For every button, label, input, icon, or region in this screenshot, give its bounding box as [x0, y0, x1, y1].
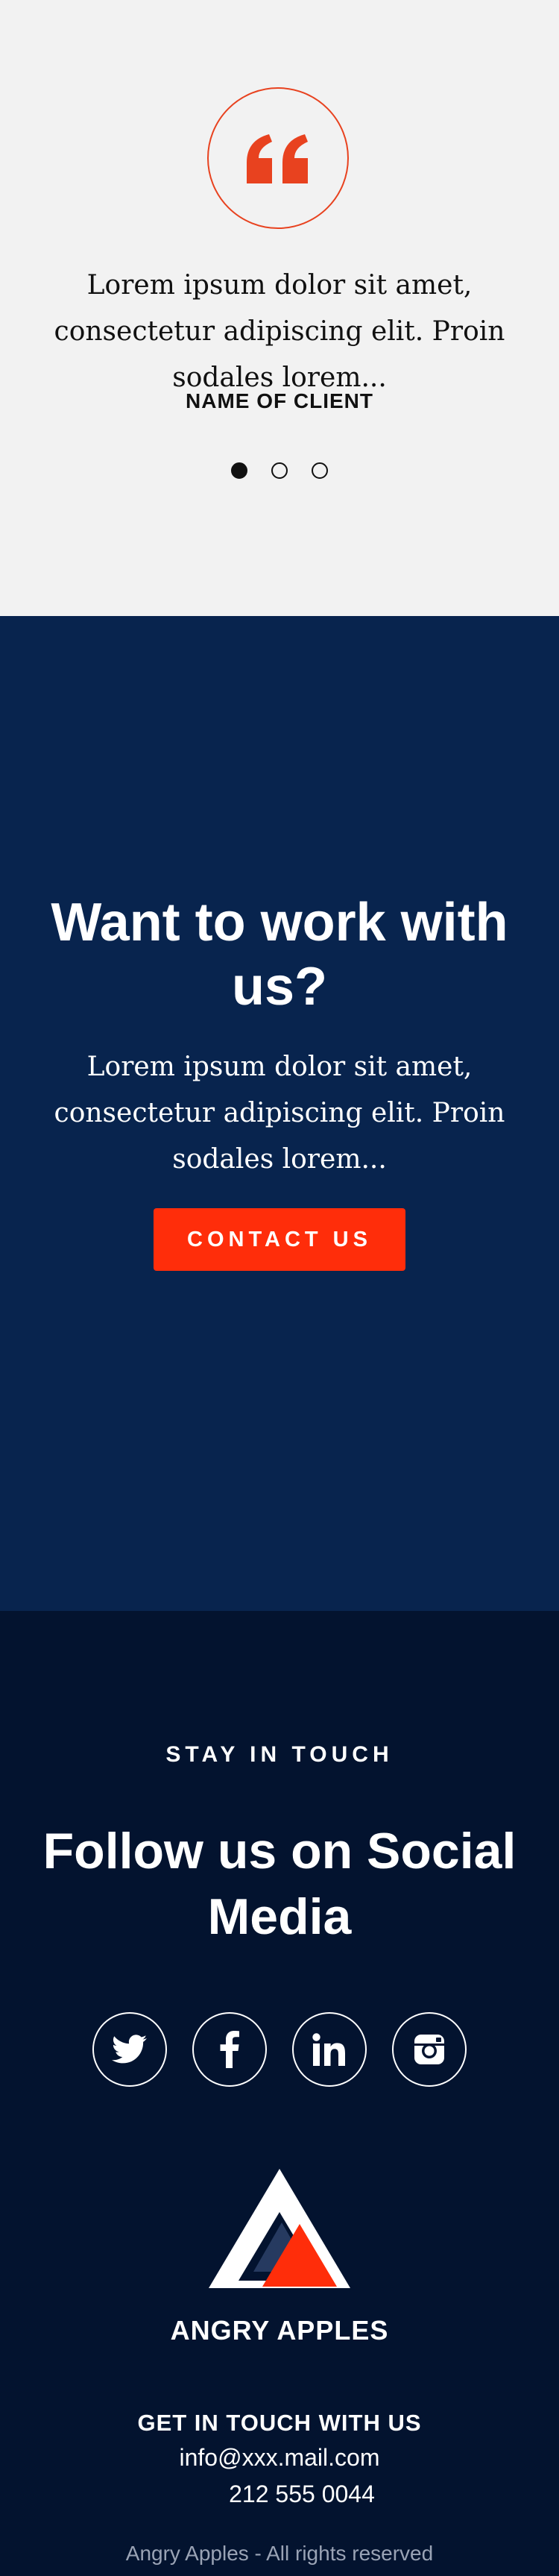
cta-title: Want to work with us? [51, 893, 508, 1017]
testimonial-section: Lorem ipsum dolor sit amet, consectetur … [0, 0, 559, 616]
angry-apples-logo [209, 2169, 350, 2288]
copyright: Angry Apples - All rights reserved [125, 2542, 434, 2565]
cta-text: Lorem ipsum dolor sit amet, consectetur … [54, 1052, 505, 1175]
client-name: NAME OF CLIENT [186, 389, 373, 412]
instagram-link[interactable] [392, 2012, 467, 2087]
footer-section: STAY IN TOUCH Follow us on Social Media [0, 1611, 559, 2576]
facebook-link[interactable] [192, 2012, 267, 2087]
brand-name: ANGRY APPLES [170, 2315, 389, 2346]
quote-circle [207, 87, 349, 229]
twitter-icon [112, 2035, 147, 2064]
quote-icon [247, 134, 308, 183]
carousel-dots [0, 462, 559, 479]
twitter-link[interactable] [92, 2012, 167, 2087]
facebook-icon [220, 2031, 239, 2068]
follow-title: Follow us on Social Media [42, 1823, 517, 1945]
contact-us-button[interactable]: CONTACT US [154, 1208, 405, 1271]
linkedin-link[interactable] [292, 2012, 367, 2087]
carousel-dot-1[interactable] [231, 462, 247, 479]
instagram-icon [414, 2035, 444, 2064]
contact-heading: GET IN TOUCH WITH US [137, 2410, 422, 2436]
social-links [0, 2012, 559, 2087]
testimonial-quote: Lorem ipsum dolor sit amet, consectetur … [54, 270, 505, 393]
contact-phone[interactable]: 212 555 0044 [45, 2481, 559, 2508]
linkedin-icon [312, 2033, 345, 2066]
carousel-dot-3[interactable] [312, 462, 328, 479]
contact-email[interactable]: info@xxx.mail.com [0, 2444, 559, 2472]
cta-section: Want to work with us? Lorem ipsum dolor … [0, 616, 559, 1611]
stay-in-touch-label: STAY IN TOUCH [165, 1742, 394, 1767]
carousel-dot-2[interactable] [271, 462, 288, 479]
